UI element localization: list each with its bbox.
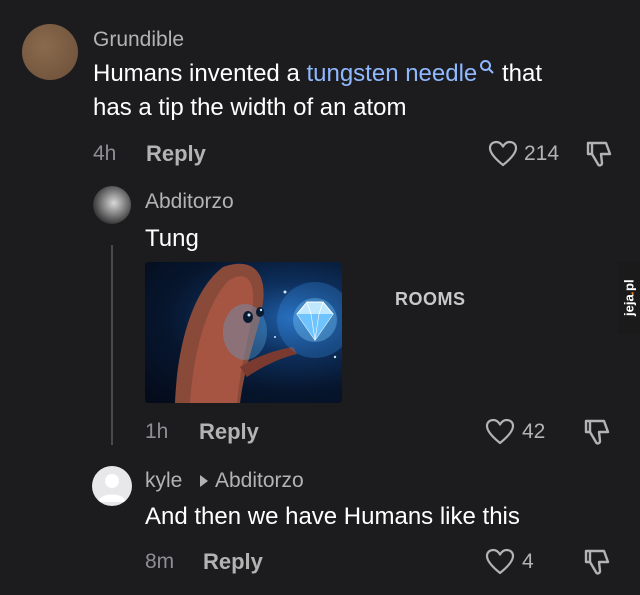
heart-outline-icon[interactable]: [485, 418, 515, 446]
like-count: 42: [522, 420, 546, 443]
comment-username[interactable]: kyle: [145, 469, 182, 493]
image-caption: ROOMS: [395, 289, 466, 309]
comment-text: Tung: [145, 225, 199, 252]
comment-username[interactable]: Abditorzo: [145, 190, 234, 214]
search-link-text[interactable]: tungsten needle: [306, 60, 477, 87]
watermark: jeja. pl: [618, 262, 640, 334]
thumbs-down-icon[interactable]: [584, 139, 616, 169]
comment-text: And then we have Humans like this: [145, 503, 520, 530]
reply-button[interactable]: Reply: [199, 419, 259, 445]
default-avatar-icon: [98, 474, 126, 502]
reply-to-username[interactable]: Abditorzo: [215, 469, 304, 493]
watermark-part: jeja: [621, 294, 637, 317]
watermark-part: pl: [621, 279, 637, 292]
search-link-tungsten-needle[interactable]: tungsten needle: [306, 60, 495, 87]
avatar-grundible[interactable]: [22, 24, 78, 80]
like-count: 214: [524, 142, 560, 165]
avatar-kyle[interactable]: [92, 466, 132, 506]
heart-outline-icon[interactable]: [488, 140, 518, 168]
comment-username[interactable]: Grundible: [93, 28, 184, 52]
comment-attached-image[interactable]: [145, 262, 342, 403]
like-count: 4: [522, 550, 534, 573]
comment-timestamp: 1h: [145, 420, 169, 443]
heart-outline-icon[interactable]: [485, 548, 515, 576]
reply-button[interactable]: Reply: [203, 549, 263, 575]
watermark-dot: .: [621, 291, 637, 295]
comment-text-line2: has a tip the width of an atom: [93, 94, 407, 121]
reply-thread-line: [111, 245, 113, 445]
comment-text: Humans invented a tungsten needle that h…: [93, 57, 613, 125]
comment-timestamp: 4h: [93, 142, 117, 165]
triangle-right-icon: [200, 475, 208, 487]
search-icon[interactable]: [479, 59, 495, 75]
thumbs-down-icon[interactable]: [582, 417, 614, 447]
comment-text-part: Humans invented a: [93, 60, 307, 87]
comment-text-part: that: [495, 60, 542, 87]
avatar-abditorzo[interactable]: [93, 186, 131, 224]
thumbs-down-icon[interactable]: [582, 547, 614, 577]
comment-timestamp: 8m: [145, 550, 175, 573]
reply-button[interactable]: Reply: [146, 141, 206, 167]
image-illustration: [175, 263, 342, 403]
